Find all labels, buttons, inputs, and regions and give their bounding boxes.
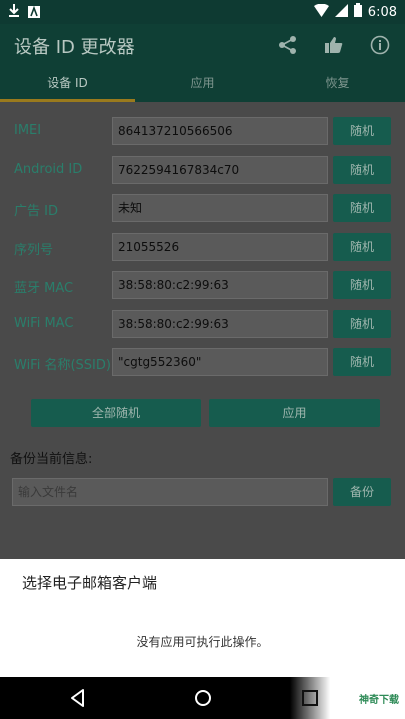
watermark-text: 神奇下载 <box>359 695 399 706</box>
wifi-mac-label: WiFi MAC <box>14 316 74 331</box>
imei-field[interactable]: 864137210566506 <box>112 117 328 145</box>
bluetooth-mac-label: 蓝牙 MAC <box>14 281 74 296</box>
wifi-ssid-field[interactable]: "cgtg552360" <box>112 348 328 376</box>
sheet-title: 选择电子邮箱客户端 <box>22 574 158 592</box>
thumbs-up-icon[interactable] <box>321 32 347 58</box>
sheet-empty-message: 没有应用可执行此操作。 <box>136 635 269 649</box>
android-id-field[interactable]: 7622594167834c70 <box>112 156 328 184</box>
serial-label: 序列号 <box>14 243 54 258</box>
wifi-mac-random-button[interactable]: 随机 <box>333 310 391 338</box>
email-client-chooser-sheet: 选择电子邮箱客户端 没有应用可执行此操作。 <box>0 559 405 677</box>
tab-restore[interactable]: 恢复 <box>270 68 405 102</box>
info-icon[interactable] <box>367 32 393 58</box>
wifi-ssid-random-button[interactable]: 随机 <box>333 348 391 376</box>
bluetooth-mac-random-button[interactable]: 随机 <box>333 271 391 299</box>
signal-icon <box>334 3 348 21</box>
device-id-panel: IMEI 864137210566506 随机 Android ID 76225… <box>0 102 405 559</box>
backup-title: 备份当前信息: <box>10 452 93 467</box>
wifi-mac-row: WiFi MAC 38:58:80:c2:99:63 随机 <box>0 310 405 340</box>
watermark: 神奇下载 <box>290 677 405 719</box>
ad-id-label: 广告 ID <box>14 204 58 219</box>
imei-row: IMEI 864137210566506 随机 <box>0 117 405 147</box>
wifi-ssid-label: WiFi 名称(SSID) <box>14 358 111 373</box>
ad-id-field[interactable]: 未知 <box>112 194 328 222</box>
bluetooth-mac-field[interactable]: 38:58:80:c2:99:63 <box>112 271 328 299</box>
wifi-mac-field[interactable]: 38:58:80:c2:99:63 <box>112 310 328 338</box>
serial-field[interactable]: 21055526 <box>112 233 328 261</box>
navigation-bar: 神奇下载 <box>0 677 405 719</box>
serial-row: 序列号 21055526 随机 <box>0 233 405 263</box>
app-bar: 设备 ID 更改器 <box>0 24 405 68</box>
ad-id-row: 广告 ID 未知 随机 <box>0 194 405 224</box>
status-bar: 6:08 <box>0 0 405 24</box>
home-icon[interactable] <box>191 686 215 710</box>
apply-button[interactable]: 应用 <box>209 399 380 427</box>
tab-device-id[interactable]: 设备 ID <box>0 68 135 102</box>
serial-random-button[interactable]: 随机 <box>333 233 391 261</box>
ad-id-random-button[interactable]: 随机 <box>333 194 391 222</box>
backup-button[interactable]: 备份 <box>333 478 391 506</box>
imei-random-button[interactable]: 随机 <box>333 117 391 145</box>
backup-filename-input[interactable]: 输入文件名 <box>12 478 328 506</box>
tab-bar: 设备 ID 应用 恢复 <box>0 68 405 102</box>
share-icon[interactable] <box>275 32 301 58</box>
wifi-icon <box>313 3 329 21</box>
back-icon[interactable] <box>66 686 90 710</box>
app-notification-icon <box>28 3 40 22</box>
status-time: 6:08 <box>367 4 397 20</box>
bluetooth-mac-row: 蓝牙 MAC 38:58:80:c2:99:63 随机 <box>0 271 405 301</box>
android-id-row: Android ID 7622594167834c70 随机 <box>0 156 405 186</box>
randomize-all-button[interactable]: 全部随机 <box>31 399 201 427</box>
download-icon <box>8 3 20 22</box>
android-id-label: Android ID <box>14 162 83 177</box>
recents-icon[interactable] <box>298 686 322 710</box>
battery-icon <box>353 3 362 21</box>
imei-label: IMEI <box>14 123 42 138</box>
tab-apps[interactable]: 应用 <box>135 68 270 102</box>
app-title: 设备 ID 更改器 <box>14 37 135 58</box>
android-id-random-button[interactable]: 随机 <box>333 156 391 184</box>
wifi-ssid-row: WiFi 名称(SSID) "cgtg552360" 随机 <box>0 348 405 378</box>
